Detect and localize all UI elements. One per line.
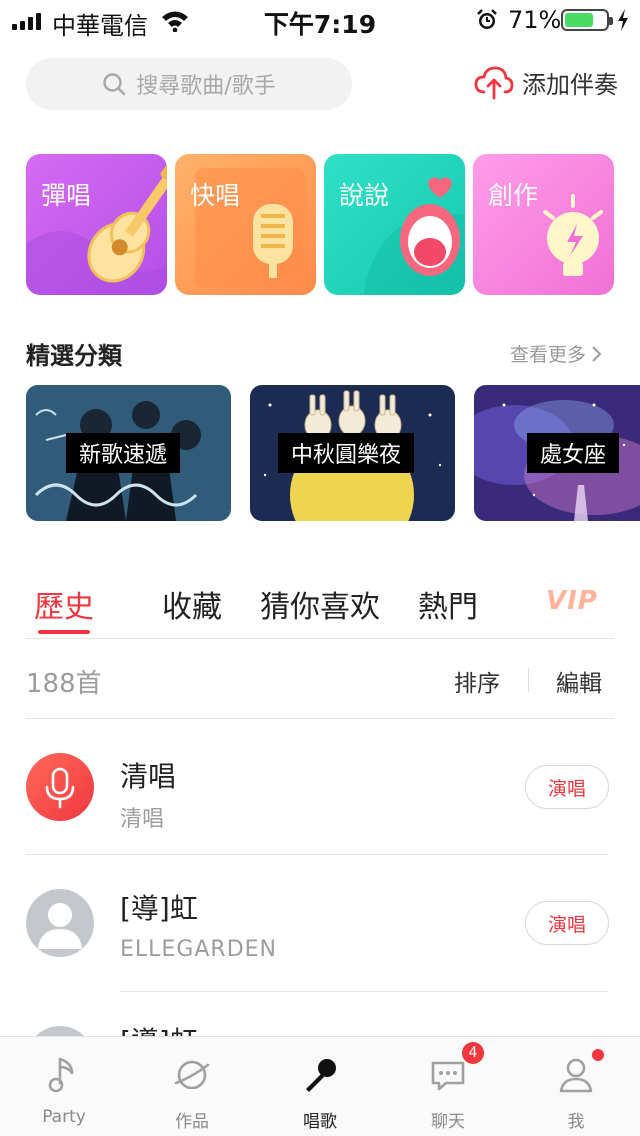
profile-icon — [559, 1058, 593, 1093]
avatar — [26, 889, 94, 957]
tile-label: 快唱 — [190, 181, 241, 210]
chat-bubble-icon — [431, 1061, 465, 1091]
status-bar: 中華電信 下午7:19 71% — [0, 0, 640, 40]
tile-label: 說說 — [339, 181, 390, 210]
add-accompaniment-button[interactable]: 添加伴奏 — [474, 64, 618, 100]
song-count: 188首 — [26, 669, 102, 699]
tab-favorites[interactable]: 收藏 — [162, 582, 222, 626]
nav-label: 作品 — [175, 1112, 209, 1132]
microphone-icon — [306, 1059, 336, 1092]
tile-talk[interactable]: 說說 — [324, 154, 465, 295]
nav-label: 聊天 — [431, 1112, 465, 1132]
song-row-niji-2[interactable]: [導]虹 — [0, 992, 640, 1036]
avatar — [26, 753, 94, 821]
song-subtitle: ELLEGARDEN — [120, 937, 277, 962]
song-title: 清唱 — [120, 760, 177, 793]
add-accompaniment-label: 添加伴奏 — [522, 70, 618, 99]
nav-me[interactable]: 我 — [512, 1037, 640, 1136]
card-label: 中秋圓樂夜 — [278, 433, 415, 473]
see-more-label: 查看更多 — [510, 344, 587, 366]
card-label: 新歌速遞 — [66, 433, 181, 473]
song-title: [導]虹 — [120, 892, 198, 925]
song-title: [導]虹 — [120, 1020, 198, 1036]
featured-card-virgo[interactable]: 處女座 — [474, 385, 640, 521]
search-input[interactable]: 搜尋歌曲/歌手 — [26, 58, 352, 110]
charging-icon — [618, 9, 628, 31]
nav-works[interactable]: 作品 — [128, 1037, 256, 1136]
nav-label: 唱歌 — [303, 1112, 337, 1132]
avatar — [26, 1026, 94, 1036]
tab-recommended[interactable]: 猜你喜欢 — [260, 582, 380, 626]
music-note-icon — [48, 1057, 74, 1093]
see-more-link[interactable]: 查看更多 — [510, 340, 602, 367]
tab-divider — [26, 638, 614, 639]
microphone-icon — [45, 767, 75, 809]
chat-badge: 4 — [462, 1042, 484, 1064]
sing-button[interactable]: 演唱 — [525, 765, 609, 809]
battery-icon — [561, 9, 613, 31]
featured-card-mid-autumn[interactable]: 中秋圓樂夜 — [250, 385, 455, 521]
edit-button[interactable]: 編輯 — [556, 664, 602, 698]
nav-label: 我 — [567, 1112, 585, 1132]
tile-label: 彈唱 — [41, 181, 92, 210]
tab-popular[interactable]: 熱門 — [418, 582, 478, 626]
alarm-icon — [477, 9, 497, 29]
sort-button[interactable]: 排序 — [454, 664, 500, 698]
nav-chat[interactable]: 聊天 — [384, 1037, 512, 1136]
tab-history[interactable]: 歷史 — [34, 582, 94, 626]
nav-label: Party — [42, 1107, 86, 1127]
card-label: 處女座 — [527, 433, 620, 473]
tab-vip[interactable]: VIP — [546, 586, 598, 616]
cloud-upload-icon — [474, 66, 514, 100]
song-row-niji[interactable]: [導]虹 ELLEGARDEN 演唱 — [0, 855, 640, 991]
nav-party[interactable]: Party — [0, 1037, 128, 1136]
tile-label: 創作 — [488, 181, 539, 210]
tile-create[interactable]: 創作 — [473, 154, 614, 295]
bottom-nav: Party 作品 唱歌 聊天 我 — [0, 1036, 640, 1136]
chevron-right-icon — [592, 345, 602, 362]
tile-quick-sing[interactable]: 快唱 — [175, 154, 316, 295]
header-separator — [528, 668, 529, 692]
tab-bar: 歷史 收藏 猜你喜欢 熱門 VIP — [0, 578, 640, 638]
tab-indicator — [38, 630, 90, 634]
featured-card-new-songs[interactable]: 新歌速遞 — [26, 385, 231, 521]
user-placeholder-icon — [38, 903, 82, 949]
song-row-a-cappella[interactable]: 清唱 清唱 演唱 — [0, 719, 640, 855]
featured-title: 精選分類 — [26, 342, 122, 370]
planet-icon — [174, 1060, 210, 1090]
search-placeholder: 搜尋歌曲/歌手 — [136, 74, 276, 99]
sing-button[interactable]: 演唱 — [525, 901, 609, 945]
battery-percent: 71% — [508, 6, 562, 34]
search-icon — [103, 73, 126, 96]
nav-sing[interactable]: 唱歌 — [256, 1037, 384, 1136]
tile-play-sing[interactable]: 彈唱 — [26, 154, 167, 295]
song-subtitle: 清唱 — [120, 807, 165, 832]
notification-dot — [592, 1049, 604, 1061]
